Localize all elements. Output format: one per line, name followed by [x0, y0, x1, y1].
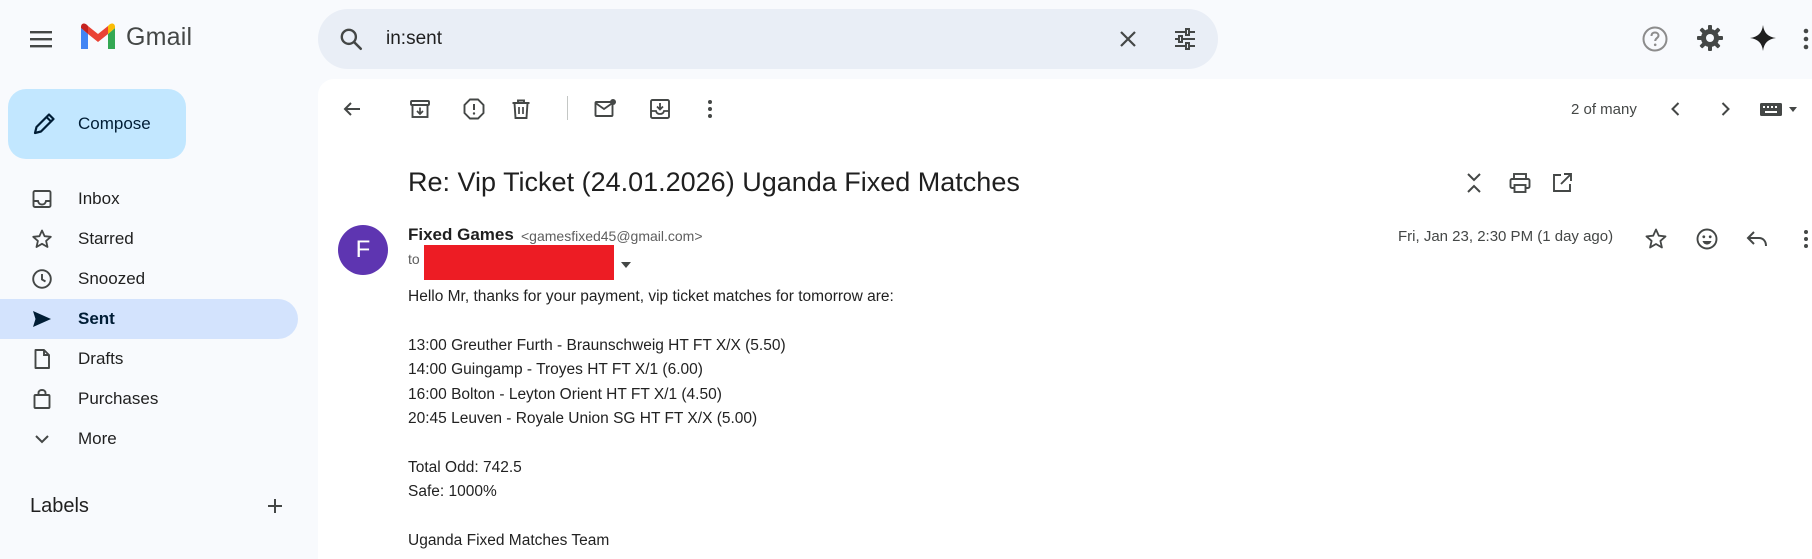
- body-line: [408, 505, 894, 529]
- body-line: Total Odd: 742.5: [408, 458, 522, 476]
- draft-icon: [34, 349, 50, 369]
- mark-unread-icon[interactable]: [593, 97, 617, 121]
- sidebar-nav: Inbox Starred Snoozed Sent Drafts Purcha…: [0, 179, 298, 459]
- star-icon: [32, 229, 52, 248]
- sidebar-item-label: More: [78, 429, 117, 448]
- body-line: Uganda Fixed Matches Team: [408, 531, 610, 549]
- sidebar-item-label: Snoozed: [78, 269, 146, 288]
- sidebar-item-label: Sent: [78, 309, 115, 328]
- sender-email: <gamesfixed45@gmail.com>: [521, 228, 703, 244]
- sidebar-item-label: Inbox: [78, 189, 120, 208]
- compose-label: Compose: [78, 114, 151, 133]
- gmail-m-icon: [81, 23, 115, 49]
- keyboard-icon[interactable]: [1758, 97, 1802, 121]
- body-line: Safe: 1000%: [408, 483, 497, 501]
- search-bar: [318, 9, 1218, 69]
- emoji-reaction-icon[interactable]: [1695, 227, 1719, 251]
- toolbar-divider: [567, 96, 568, 120]
- sidebar-item-label: Drafts: [78, 349, 124, 368]
- caret-down-icon[interactable]: [618, 257, 634, 273]
- search-icon[interactable]: [338, 26, 364, 52]
- reply-icon[interactable]: [1745, 227, 1769, 251]
- sidebar-item-purchases[interactable]: Purchases: [0, 379, 298, 419]
- chevron-down-icon: [35, 435, 49, 444]
- top-bar: Gmail: [0, 0, 1812, 79]
- more-vert-icon[interactable]: [698, 97, 722, 121]
- back-arrow-icon[interactable]: [340, 97, 364, 121]
- sender-avatar[interactable]: F: [338, 225, 388, 275]
- compose-button[interactable]: Compose: [8, 89, 186, 159]
- help-icon[interactable]: [1641, 25, 1669, 53]
- star-icon[interactable]: [1644, 227, 1668, 251]
- print-icon[interactable]: [1508, 171, 1532, 195]
- search-options-icon[interactable]: [1172, 26, 1198, 52]
- menu-icon[interactable]: [26, 26, 60, 52]
- chevron-right-icon[interactable]: [1713, 97, 1737, 121]
- clear-search-icon[interactable]: [1116, 27, 1140, 51]
- add-label-icon[interactable]: [265, 496, 285, 516]
- bag-icon: [33, 389, 51, 409]
- archive-icon[interactable]: [408, 97, 432, 121]
- pencil-icon: [33, 113, 55, 135]
- apps-grid-icon[interactable]: [1800, 26, 1812, 52]
- labels-heading: Labels: [30, 495, 89, 517]
- body-line: 16:00 Bolton - Leyton Orient HT FT X/1 (…: [408, 385, 722, 403]
- body-line: 20:45 Leuven - Royale Union SG HT FT X/X…: [408, 409, 758, 427]
- delete-icon[interactable]: [509, 97, 533, 121]
- sidebar-item-more[interactable]: More: [0, 419, 298, 459]
- message-body: Hello Mr, thanks for your payment, vip t…: [408, 285, 894, 553]
- pager-count: 2 of many: [1571, 101, 1637, 118]
- sidebar-item-snoozed[interactable]: Snoozed: [0, 259, 298, 299]
- report-spam-icon[interactable]: [462, 97, 486, 121]
- message-date: Fri, Jan 23, 2:30 PM (1 day ago): [1398, 228, 1614, 245]
- move-to-icon[interactable]: [648, 97, 672, 121]
- sidebar-item-label: Starred: [78, 229, 134, 248]
- message-view: 2 of many Re: Vip Ticket (24.01.2026) Ug…: [318, 79, 1812, 559]
- sidebar-item-inbox[interactable]: Inbox: [0, 179, 298, 219]
- gmail-app: Gmail in:sent Compose Inbox Starred Snoo…: [0, 0, 1812, 559]
- sidebar-item-starred[interactable]: Starred: [0, 219, 298, 259]
- send-icon: [33, 311, 51, 327]
- gemini-spark-icon[interactable]: [1748, 23, 1778, 53]
- chevron-left-icon[interactable]: [1664, 97, 1688, 121]
- redacted-recipient: [424, 245, 614, 280]
- sidebar-item-drafts[interactable]: Drafts: [0, 339, 298, 379]
- body-line: [408, 309, 894, 333]
- inbox-icon: [32, 190, 52, 208]
- search-input[interactable]: [386, 9, 1066, 69]
- gmail-logo[interactable]: Gmail: [78, 22, 192, 52]
- recipient-prefix: to: [408, 251, 420, 267]
- clock-icon: [32, 269, 52, 289]
- message-subject: Re: Vip Ticket (24.01.2026) Uganda Fixed…: [408, 167, 1020, 197]
- sender-name[interactable]: Fixed Games: [408, 225, 514, 245]
- sidebar-item-sent[interactable]: Sent: [0, 299, 298, 339]
- sidebar-item-label: Purchases: [78, 389, 159, 408]
- body-line: 14:00 Guingamp - Troyes HT FT X/1 (6.00): [408, 361, 703, 379]
- more-vert-icon[interactable]: [1794, 227, 1812, 251]
- body-line: 13:00 Greuther Furth - Braunschweig HT F…: [408, 336, 786, 354]
- open-new-window-icon[interactable]: [1550, 171, 1574, 195]
- body-line: Hello Mr, thanks for your payment, vip t…: [408, 288, 894, 305]
- collapse-all-icon[interactable]: [1462, 171, 1486, 195]
- body-line: [408, 431, 894, 455]
- gear-icon[interactable]: [1695, 23, 1725, 53]
- app-name: Gmail: [126, 22, 193, 51]
